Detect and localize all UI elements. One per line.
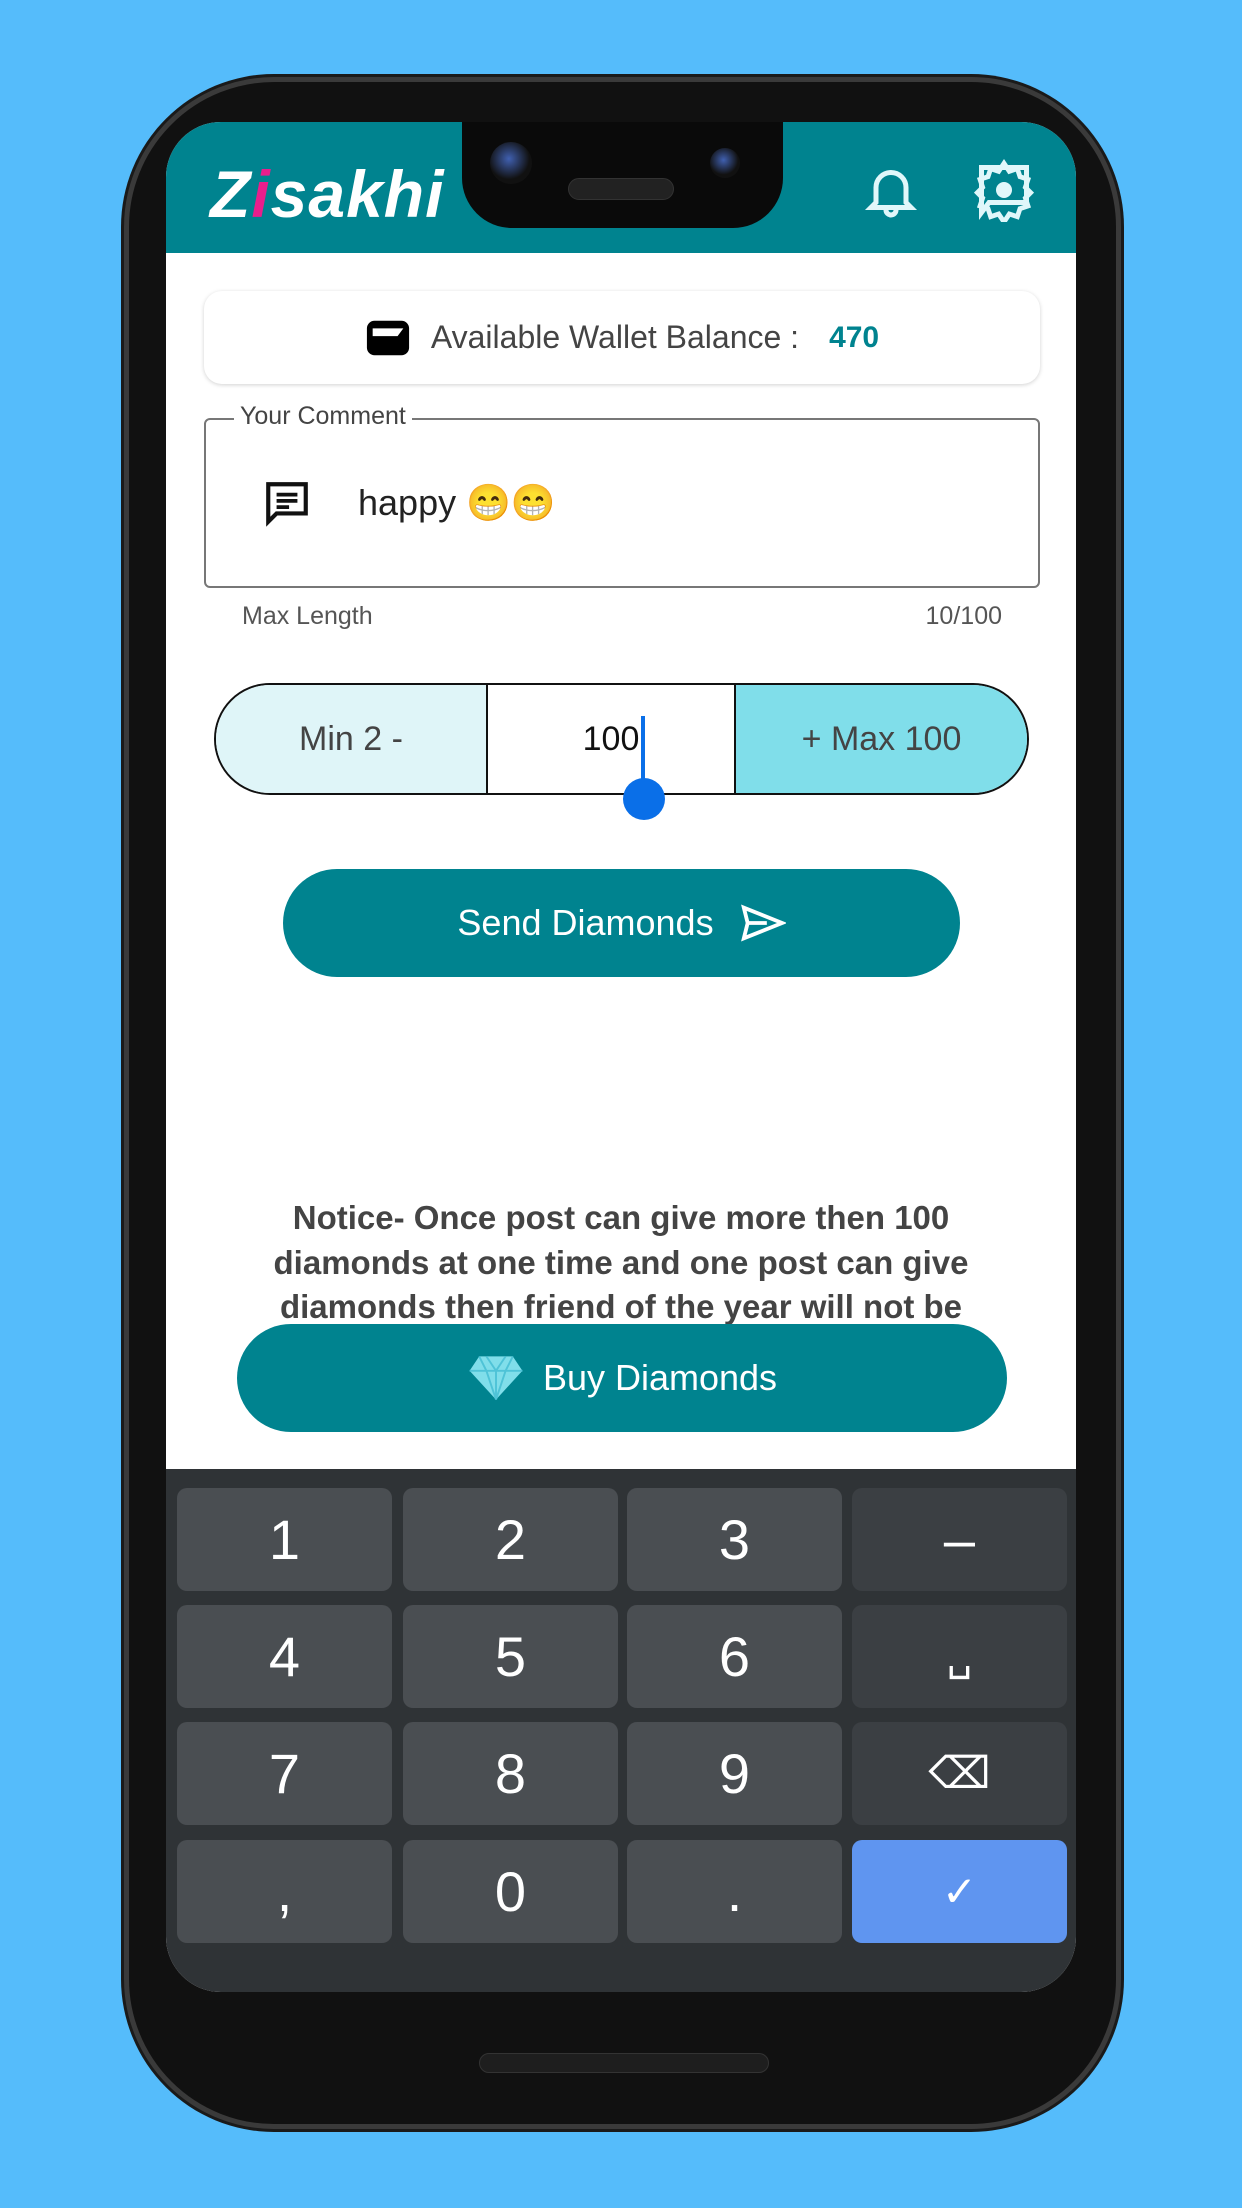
key-period[interactable]: . xyxy=(627,1840,842,1943)
key-1[interactable]: 1 xyxy=(177,1488,392,1591)
space-key[interactable]: ␣ xyxy=(852,1605,1067,1708)
key-0[interactable]: 0 xyxy=(403,1840,618,1943)
key-4[interactable]: 4 xyxy=(177,1605,392,1708)
send-icon xyxy=(740,904,786,942)
wallet-balance-value: 470 xyxy=(829,320,880,354)
key-7[interactable]: 7 xyxy=(177,1722,392,1825)
front-camera-icon xyxy=(490,142,532,184)
key-comma[interactable]: , xyxy=(177,1840,392,1943)
key-6[interactable]: 6 xyxy=(627,1605,842,1708)
key-minus[interactable]: – xyxy=(852,1488,1067,1591)
increment-button[interactable]: + Max 100 xyxy=(736,685,1027,793)
key-8[interactable]: 8 xyxy=(403,1722,618,1825)
app-screen: Zisakhi Available Wallet Balance : 470 Y… xyxy=(166,122,1076,1992)
buy-diamonds-label: Buy Diamonds xyxy=(542,1357,778,1398)
wallet-icon xyxy=(366,320,409,355)
key-3[interactable]: 3 xyxy=(627,1488,842,1591)
diamond-quantity-input[interactable]: 100 xyxy=(488,685,736,793)
home-indicator xyxy=(479,2053,769,2073)
buy-diamonds-button[interactable]: Buy Diamonds xyxy=(237,1324,1007,1432)
char-counter: 10/100 xyxy=(925,602,1002,630)
wallet-balance-card: Available Wallet Balance : 470 xyxy=(204,291,1040,384)
diamond-stepper: Min 2 - 100 + Max 100 xyxy=(214,683,1029,795)
speaker-grille xyxy=(568,178,674,200)
comment-field[interactable]: Your Comment happy 😁😁 xyxy=(204,402,1040,588)
numeric-keyboard: 1 2 3 – 4 5 6 ␣ 7 8 9 ⌫ , 0 . ✓ xyxy=(166,1469,1076,1992)
logo-text: Z xyxy=(210,157,252,231)
key-9[interactable]: 9 xyxy=(627,1722,842,1825)
max-length-label: Max Length xyxy=(242,602,373,630)
backspace-key[interactable]: ⌫ xyxy=(852,1722,1067,1825)
key-2[interactable]: 2 xyxy=(403,1488,618,1591)
send-diamonds-button[interactable]: Send Diamonds xyxy=(283,869,960,977)
bell-icon[interactable] xyxy=(861,160,921,220)
app-logo[interactable]: Zisakhi xyxy=(210,156,444,232)
logo-text: sakhi xyxy=(270,157,445,231)
sensor-icon xyxy=(710,148,740,178)
done-key[interactable]: ✓ xyxy=(852,1840,1067,1943)
comment-icon xyxy=(266,482,308,527)
wallet-balance-label: Available Wallet Balance : xyxy=(430,319,800,355)
key-5[interactable]: 5 xyxy=(403,1605,618,1708)
send-diamonds-label: Send Diamonds xyxy=(457,902,714,943)
camera-notch xyxy=(462,122,783,228)
diamond-icon xyxy=(469,1355,523,1400)
comment-input[interactable]: happy 😁😁 xyxy=(358,482,556,524)
comment-label: Your Comment xyxy=(234,402,412,431)
cursor-handle[interactable] xyxy=(623,778,665,820)
decrement-button[interactable]: Min 2 - xyxy=(216,685,488,793)
logo-mark: i xyxy=(251,157,271,231)
settings-gear-icon[interactable] xyxy=(972,158,1036,222)
